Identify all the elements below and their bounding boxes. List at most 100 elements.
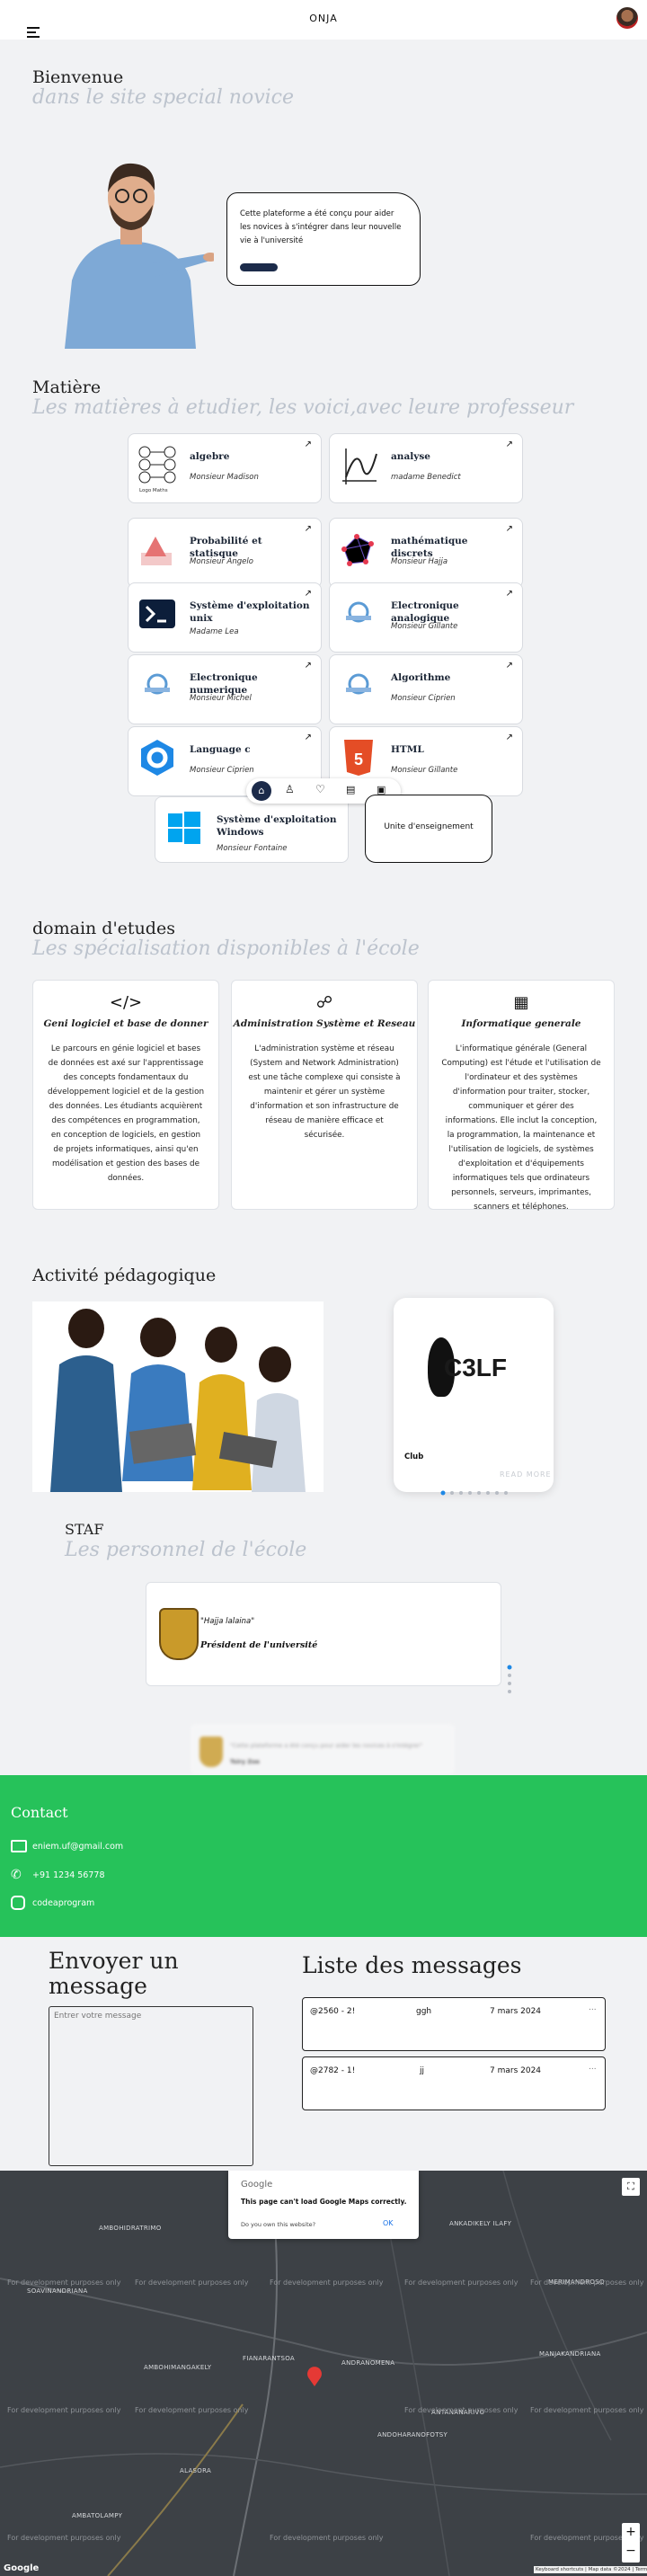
subject-professor: Monsieur Angelo bbox=[190, 557, 253, 566]
hero-student-image bbox=[47, 146, 217, 349]
map-watermark: For development purposes only bbox=[135, 2406, 249, 2414]
staff-pagination-dots[interactable] bbox=[507, 1665, 512, 1695]
domain-description: L'administration système et réseau (Syst… bbox=[248, 1044, 401, 1140]
domain-heading: domain d'etudes bbox=[32, 919, 175, 938]
contact-email[interactable]: eniem.uf@gmail.com bbox=[32, 1842, 123, 1852]
send-message-heading: Envoyer un message bbox=[49, 1948, 179, 1999]
subject-card[interactable]: Algorithme Monsieur Ciprien ↗ bbox=[329, 654, 523, 724]
subject-professor: Monsieur Ciprien bbox=[391, 694, 456, 703]
subject-title: algebre bbox=[190, 451, 230, 462]
subject-card[interactable]: algebre Monsieur Madison ↗ Logo Maths bbox=[128, 433, 322, 503]
subject-card[interactable]: analyse madame Benedict ↗ bbox=[329, 433, 523, 503]
hero-subheading: dans le site special novice bbox=[32, 86, 294, 109]
message-user: @2782 - 1! bbox=[310, 2066, 356, 2075]
read-more-link[interactable]: READ MORE bbox=[500, 1470, 552, 1479]
instagram-icon bbox=[11, 1896, 25, 1910]
subject-card[interactable]: Electronique analogique Monsieur Gillante… bbox=[329, 582, 523, 653]
subject-title: Probabilité et statisque bbox=[190, 536, 262, 559]
subject-card[interactable]: Système d'exploitation Windows Monsieur F… bbox=[155, 796, 349, 863]
subject-professor: Monsieur Hajja bbox=[391, 557, 448, 566]
subject-professor: Monsieur Fontaine bbox=[217, 844, 288, 853]
heart-icon[interactable]: ♡ bbox=[315, 783, 325, 795]
contact-heading: Contact bbox=[11, 1804, 68, 1821]
hero-heading: Bienvenue bbox=[32, 67, 124, 87]
message-item[interactable]: @2560 - 2! ggh 7 mars 2024 ... bbox=[302, 1997, 606, 2051]
unit-button[interactable]: Unite d'enseignement bbox=[365, 795, 492, 863]
map-place-label: ANDRANOMENA bbox=[341, 2359, 395, 2367]
site-title: ONJA bbox=[309, 13, 338, 24]
arrow-right-icon[interactable]: ↗ bbox=[506, 733, 513, 742]
domain-description: L'informatique générale (General Computi… bbox=[441, 1044, 601, 1212]
subject-card[interactable]: Electronique numerique Monsieur Michel ↗ bbox=[128, 654, 322, 724]
subject-title: Electronique numerique bbox=[190, 672, 258, 696]
staff-blurred-quote: "Cette plateforme a été conçu pour aider… bbox=[230, 1742, 423, 1749]
domain-subheading: Les spécialisation disponibles à l'école bbox=[32, 937, 420, 960]
arrow-right-icon[interactable]: ↗ bbox=[305, 733, 312, 742]
network-admin-icon: ☍ bbox=[315, 993, 333, 1012]
user-icon[interactable]: ♙ bbox=[285, 783, 295, 795]
message-item[interactable]: @2782 - 1! jj 7 mars 2024 ... bbox=[302, 2056, 606, 2110]
subject-card[interactable]: mathématique discrets Monsieur Hajja ↗ bbox=[329, 518, 523, 588]
message-date: 7 mars 2024 bbox=[490, 2066, 542, 2075]
zoom-out-button[interactable]: − bbox=[622, 2542, 640, 2561]
map-watermark: For development purposes only bbox=[7, 2406, 121, 2414]
domain-card-software: </> Geni logiciel et base de donner Le p… bbox=[32, 980, 219, 1210]
google-map[interactable]: AMBOHIDRATRIMO ANKADIKELY ILAFY SOAVINANDR… bbox=[0, 2171, 647, 2576]
map-place-label: ALASORA bbox=[180, 2467, 212, 2474]
map-watermark: For development purposes only bbox=[270, 2278, 384, 2287]
html5-icon: 5 bbox=[339, 738, 378, 777]
hero-action-button[interactable] bbox=[240, 263, 278, 271]
map-ok-button[interactable]: OK bbox=[383, 2219, 394, 2227]
message-more-icon[interactable]: ... bbox=[589, 2063, 597, 2072]
subject-professor: Madame Lea bbox=[190, 627, 239, 636]
map-watermark: For development purposes only bbox=[7, 2278, 121, 2287]
message-list-heading: Liste des messages bbox=[302, 1952, 522, 1978]
arrow-right-icon[interactable]: ↗ bbox=[305, 589, 312, 599]
subject-title: analyse bbox=[391, 451, 430, 462]
activite-heading: Activité pédagogique bbox=[32, 1266, 217, 1285]
arrow-right-icon[interactable]: ↗ bbox=[506, 589, 513, 599]
staff-card-blurred: "Cette plateforme a été conçu pour aider… bbox=[191, 1724, 455, 1774]
map-watermark: For development purposes only bbox=[270, 2534, 384, 2542]
staff-subheading: Les personnel de l'école bbox=[65, 1539, 307, 1561]
subject-card[interactable]: Système d'exploitation unix Madame Lea ↗ bbox=[128, 582, 322, 653]
hero-description: Cette plateforme a été conçu pour aider … bbox=[240, 209, 402, 245]
domain-card-general: ▦ Informatique generale L'informatique g… bbox=[428, 980, 615, 1212]
map-place-label: ANDOHARANOFOTSY bbox=[377, 2431, 448, 2438]
map-watermark: For development purposes only bbox=[7, 2534, 121, 2542]
message-date: 7 mars 2024 bbox=[490, 2007, 542, 2016]
arrow-right-icon[interactable]: ↗ bbox=[305, 524, 312, 534]
arrow-right-icon[interactable]: ↗ bbox=[506, 524, 513, 534]
carousel-dots bbox=[440, 1482, 521, 1496]
subject-title: mathématique discrets bbox=[391, 536, 468, 559]
mail-icon bbox=[11, 1840, 27, 1852]
arrow-right-icon[interactable]: ↗ bbox=[506, 661, 513, 671]
message-textarea[interactable] bbox=[49, 2006, 253, 2166]
hamburger-menu-icon[interactable] bbox=[27, 27, 40, 40]
processor-icon: ▦ bbox=[513, 993, 529, 1012]
card-icon[interactable]: ▤ bbox=[346, 784, 355, 795]
arrow-right-icon[interactable]: ↗ bbox=[305, 440, 312, 449]
arrow-right-icon[interactable]: ↗ bbox=[506, 440, 513, 449]
message-more-icon[interactable]: ... bbox=[589, 2003, 597, 2012]
club-card[interactable]: C3LF Club READ MORE bbox=[394, 1298, 554, 1496]
phone-icon: ✆ bbox=[11, 1868, 22, 1882]
map-place-label: AMBOHIMANGAKELY bbox=[144, 2364, 212, 2371]
logo-caption: Logo Maths bbox=[139, 488, 168, 493]
top-navbar: ONJA bbox=[0, 0, 647, 40]
home-icon[interactable]: ⌂ bbox=[252, 781, 271, 801]
subject-professor: Monsieur Ciprien bbox=[190, 766, 254, 775]
zoom-in-button[interactable]: + bbox=[622, 2523, 640, 2542]
club-label: Club bbox=[404, 1452, 424, 1461]
contact-social[interactable]: codeaprogram bbox=[32, 1898, 94, 1908]
fullscreen-icon[interactable]: ⛶ bbox=[622, 2178, 640, 2196]
map-place-label: SOAVINANDRIANA bbox=[27, 2287, 88, 2295]
contact-phone[interactable]: +91 1234 56778 bbox=[32, 1870, 105, 1880]
arrow-right-icon[interactable]: ↗ bbox=[305, 661, 312, 671]
code-icon: </> bbox=[109, 993, 143, 1012]
user-avatar[interactable] bbox=[616, 7, 638, 29]
subject-card[interactable]: Probabilité et statisque Monsieur Angelo ↗ bbox=[128, 518, 322, 588]
map-zoom-control: + − bbox=[622, 2523, 640, 2563]
map-attribution[interactable]: Keyboard shortcuts | Map data ©2024 | Te… bbox=[534, 2566, 647, 2573]
probability-icon bbox=[137, 529, 177, 569]
